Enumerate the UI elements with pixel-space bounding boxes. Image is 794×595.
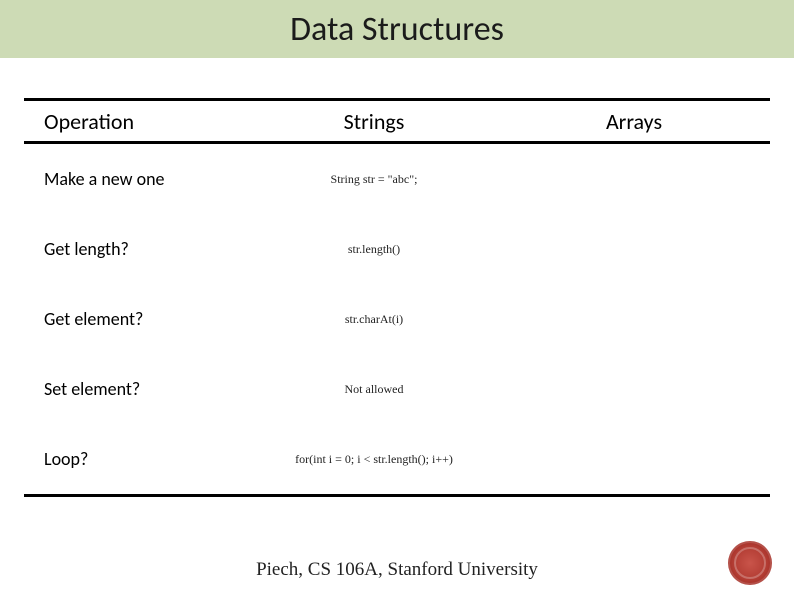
table-row: Get element? str.charAt(i)	[24, 284, 770, 354]
table-row: Set element? Not allowed	[24, 354, 770, 424]
cell-strings: str.charAt(i)	[214, 312, 534, 327]
header-operation: Operation	[24, 108, 214, 135]
table-body: Make a new one String str = "abc"; Get l…	[24, 144, 770, 497]
footer-text: Piech, CS 106A, Stanford University	[256, 559, 538, 580]
cell-operation: Loop?	[24, 448, 214, 470]
cell-strings: str.length()	[214, 242, 534, 257]
header-strings: Strings	[214, 108, 534, 135]
table-row: Get length? str.length()	[24, 214, 770, 284]
cell-operation: Make a new one	[24, 168, 214, 190]
slide-title: Data Structures	[290, 9, 504, 50]
comparison-table: Operation Strings Arrays Make a new one …	[24, 98, 770, 497]
cell-operation: Set element?	[24, 378, 214, 400]
cell-operation: Get element?	[24, 308, 214, 330]
stanford-seal-icon	[728, 541, 772, 585]
cell-strings: for(int i = 0; i < str.length(); i++)	[214, 452, 534, 467]
slide-footer: Piech, CS 106A, Stanford University	[0, 559, 794, 581]
cell-strings: String str = "abc";	[214, 172, 534, 187]
header-arrays: Arrays	[534, 108, 734, 135]
cell-strings: Not allowed	[214, 382, 534, 397]
table-row: Loop? for(int i = 0; i < str.length(); i…	[24, 424, 770, 494]
table-row: Make a new one String str = "abc";	[24, 144, 770, 214]
cell-operation: Get length?	[24, 238, 214, 260]
title-bar: Data Structures	[0, 0, 794, 58]
table-header-row: Operation Strings Arrays	[24, 98, 770, 144]
